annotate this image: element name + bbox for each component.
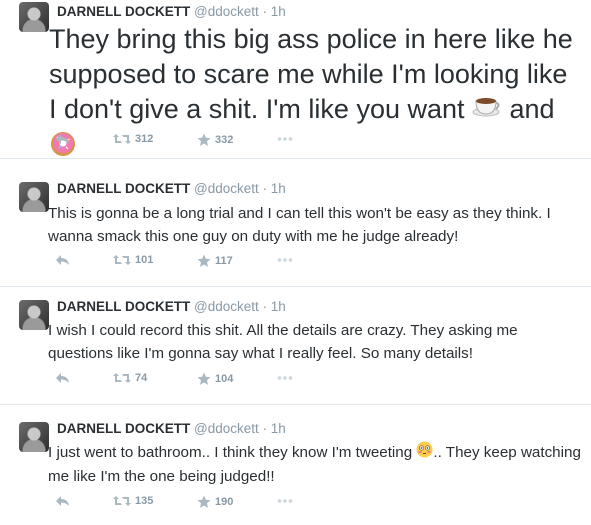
tweet[interactable]: DARNELL DOCKETT @ddockett · 1h They brin…	[0, 0, 591, 159]
favorite-count: 190	[215, 496, 234, 508]
timestamp[interactable]: 1h	[271, 181, 286, 196]
coffee-cup-icon	[472, 92, 502, 129]
star-icon	[197, 495, 211, 508]
tweet-text-part: I just went to bathroom.. I think they k…	[48, 444, 417, 462]
timestamp[interactable]: 1h	[271, 4, 286, 19]
retweet-icon	[113, 133, 131, 145]
flushed-face-icon	[416, 441, 433, 465]
tweet-header: DARNELL DOCKETT @ddockett · 1h	[57, 299, 286, 314]
retweet-button[interactable]: 74	[113, 372, 147, 384]
more-dots-icon	[277, 372, 293, 384]
retweet-button[interactable]: 135	[113, 495, 153, 507]
tweet-header: DARNELL DOCKETT @ddockett · 1h	[57, 421, 286, 436]
tweet-text: I wish I could record this shit. All the…	[48, 322, 518, 362]
reply-icon	[55, 133, 70, 145]
reply-button[interactable]	[55, 372, 70, 384]
favorite-button[interactable]: 332	[197, 133, 233, 147]
reply-button[interactable]	[55, 133, 70, 145]
more-button[interactable]	[277, 495, 293, 507]
user-name[interactable]: DARNELL DOCKETT	[57, 299, 190, 314]
retweet-icon	[113, 495, 131, 507]
tweet-text: I just went to bathroom.. I think they k…	[48, 441, 581, 488]
tweet-header: DARNELL DOCKETT @ddockett · 1h	[57, 4, 286, 19]
star-icon	[197, 133, 211, 146]
tweet[interactable]: DARNELL DOCKETT @ddockett · 1h This is g…	[0, 159, 591, 287]
favorite-count: 332	[215, 134, 234, 146]
tweet-header: DARNELL DOCKETT @ddockett · 1h	[57, 181, 286, 196]
more-button[interactable]	[277, 133, 293, 145]
retweet-button[interactable]: 101	[113, 254, 153, 266]
more-button[interactable]	[277, 372, 293, 384]
tweet-text: This is gonna be a long trial and I can …	[48, 205, 551, 245]
retweet-count: 74	[135, 372, 148, 385]
retweet-icon	[113, 372, 131, 384]
reply-icon	[55, 372, 70, 384]
favorite-button[interactable]: 104	[197, 372, 233, 386]
favorite-count: 104	[215, 373, 234, 385]
separator: ·	[262, 299, 268, 314]
user-handle[interactable]: @ddockett	[194, 4, 259, 19]
retweet-count: 312	[135, 133, 154, 146]
user-name[interactable]: DARNELL DOCKETT	[57, 421, 190, 436]
retweet-count: 135	[135, 495, 154, 508]
separator: ·	[262, 181, 268, 196]
avatar[interactable]	[19, 2, 49, 32]
more-button[interactable]	[277, 254, 293, 266]
timestamp[interactable]: 1h	[271, 421, 286, 436]
favorite-count: 117	[215, 255, 233, 267]
avatar[interactable]	[19, 300, 49, 330]
avatar[interactable]	[19, 182, 49, 212]
user-handle[interactable]: @ddockett	[194, 181, 259, 196]
user-name[interactable]: DARNELL DOCKETT	[57, 181, 190, 196]
separator: ·	[262, 421, 268, 436]
user-handle[interactable]: @ddockett	[194, 299, 259, 314]
more-dots-icon	[277, 495, 293, 507]
reply-button[interactable]	[55, 495, 70, 507]
reply-icon	[55, 495, 70, 507]
favorite-button[interactable]: 190	[197, 495, 233, 509]
favorite-button[interactable]: 117	[197, 254, 233, 268]
retweet-button[interactable]: 312	[113, 133, 153, 145]
tweet[interactable]: DARNELL DOCKETT @ddockett · 1h I just we…	[0, 405, 591, 525]
more-dots-icon	[277, 254, 293, 266]
retweet-count: 101	[135, 254, 154, 267]
star-icon	[197, 254, 211, 267]
avatar[interactable]	[19, 422, 49, 452]
timestamp[interactable]: 1h	[271, 299, 286, 314]
reply-button[interactable]	[55, 254, 70, 266]
tweet-text-part: and	[502, 94, 555, 124]
retweet-icon	[113, 254, 131, 266]
tweet[interactable]: DARNELL DOCKETT @ddockett · 1h I wish I …	[0, 287, 591, 405]
separator: ·	[262, 4, 268, 19]
reply-icon	[55, 254, 70, 266]
user-handle[interactable]: @ddockett	[194, 421, 259, 436]
star-icon	[197, 372, 211, 385]
tweet-feed: DARNELL DOCKETT @ddockett · 1h They brin…	[0, 0, 591, 525]
user-name[interactable]: DARNELL DOCKETT	[57, 4, 190, 19]
more-dots-icon	[277, 133, 293, 145]
